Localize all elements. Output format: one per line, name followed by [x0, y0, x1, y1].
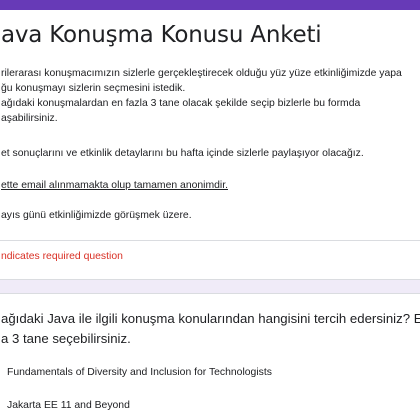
form-title: ava Konuşma Konusu Anketi — [1, 22, 322, 48]
option-diversity-inclusion[interactable]: Fundamentals of Diversity and Inclusion … — [0, 362, 272, 382]
theme-accent-bar — [0, 0, 420, 10]
description-line-1: rilerarası konuşmacımızın sizlerle gerçe… — [1, 68, 402, 79]
option-label: Jakarta EE 11 and Beyond — [7, 399, 130, 411]
option-jakarta-ee[interactable]: Jakarta EE 11 and Beyond — [0, 395, 130, 415]
description-line-5: et sonuçlarını ve etkinlik detaylarını b… — [1, 148, 364, 159]
description-line-4: aşabilirsiniz. — [1, 113, 58, 124]
form-header-card: ava Konuşma Konusu Anketi rilerarası kon… — [0, 0, 420, 280]
description-line-7: ayıs günü etkinliğimizde görüşmek üzere. — [1, 210, 192, 221]
required-question-note: ndicates required question — [1, 251, 123, 262]
form-page: ava Konuşma Konusu Anketi rilerarası kon… — [0, 0, 420, 420]
question-text-line-1: ağıdaki Java ile ilgili konuşma konuları… — [1, 311, 420, 326]
question-card: ağıdaki Java ile ilgili konuşma konuları… — [0, 293, 420, 420]
description-line-6: ette email alınmamakta olup tamamen anon… — [1, 180, 228, 191]
header-divider — [0, 240, 420, 241]
description-line-3: ağıdaki konuşmalardan en fazla 3 tane ol… — [1, 98, 361, 109]
option-label: Fundamentals of Diversity and Inclusion … — [7, 366, 272, 378]
question-text-line-2: a 3 tane seçebilirsiniz. — [1, 331, 131, 346]
description-line-2: ğu konuşmayı sizlerin seçmesini istedik. — [1, 83, 186, 94]
